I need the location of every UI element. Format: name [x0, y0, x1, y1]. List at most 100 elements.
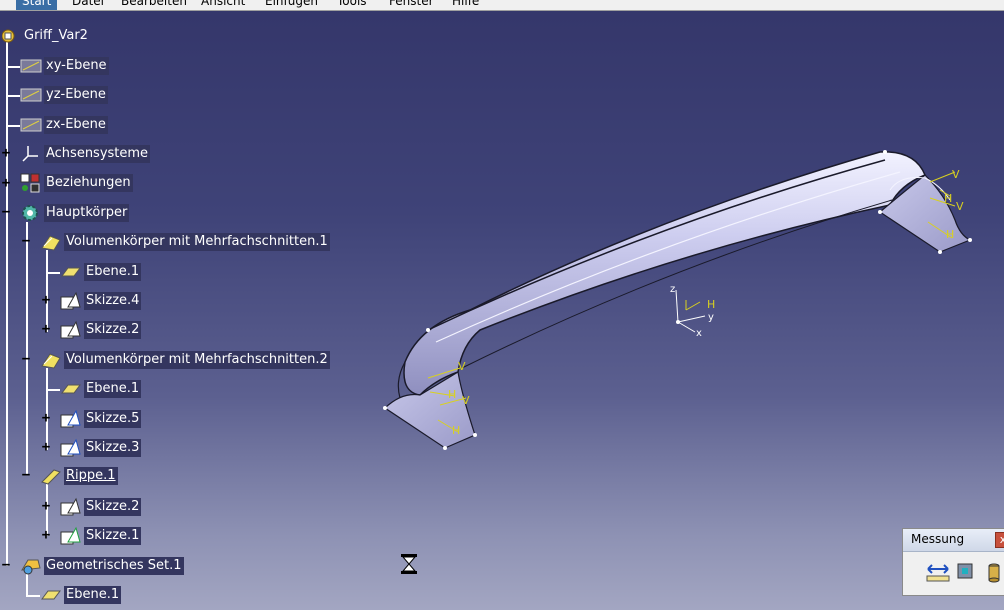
menu-bar: Start Datei Bearbeiten Ansicht Einfügen … — [0, 0, 1004, 11]
sketch-icon — [60, 320, 81, 339]
expand-plus-icon[interactable]: + — [40, 528, 52, 542]
axis-x-label: x — [696, 328, 702, 339]
axis-triad: z H x y — [670, 284, 715, 339]
menu-datei[interactable]: Datei — [72, 0, 104, 10]
menu-start[interactable]: Start — [16, 0, 58, 10]
sketch-icon — [60, 438, 81, 457]
tree-item-label: Rippe.1 — [64, 467, 118, 485]
tree-item-label: Skizze.2 — [84, 498, 142, 516]
measure-item-icon[interactable] — [953, 559, 979, 585]
tree-item-yz-plane[interactable]: yz-Ebene — [20, 85, 220, 105]
menu-einfuegen[interactable]: Einfügen — [265, 0, 318, 10]
tree-connector-yz — [6, 95, 20, 97]
sketch-icon — [60, 497, 81, 516]
plane-icon — [41, 590, 61, 600]
multisection-solid-icon — [41, 353, 61, 369]
tree-item-label: Skizze.4 — [84, 292, 142, 310]
tree-item-sketch-3[interactable]: Skizze.3 — [60, 438, 260, 458]
tree-item-xy-plane[interactable]: xy-Ebene — [20, 56, 220, 76]
tree-branch-line-2 — [46, 250, 48, 332]
geometrical-set-icon — [21, 559, 41, 575]
expand-plus-icon[interactable]: + — [40, 440, 52, 454]
tree-item-label: Skizze.3 — [84, 439, 142, 457]
measure-toolbar: Messung x — [902, 528, 1004, 596]
tree-connector — [46, 389, 60, 391]
axis-v-label-1: V — [952, 168, 960, 181]
tree-item-plane-ebene1-a[interactable]: Ebene.1 — [60, 262, 260, 282]
specification-tree: Griff_Var2 xy-Ebene yz-Ebene zx-Ebene + … — [0, 0, 330, 610]
sketch-icon — [60, 291, 81, 310]
expand-plus-icon[interactable]: + — [0, 176, 12, 190]
tree-item-sketch-2-b[interactable]: Skizze.2 — [60, 497, 260, 517]
tree-item-label: Geometrisches Set.1 — [44, 557, 184, 575]
expand-plus-icon[interactable]: + — [40, 411, 52, 425]
close-button[interactable]: x — [995, 532, 1004, 548]
menu-hilfe[interactable]: Hilfe — [452, 0, 479, 10]
tree-item-main-body[interactable]: Hauptkörper — [20, 203, 220, 223]
tree-item-label: Skizze.5 — [84, 410, 142, 428]
tree-branch-line-3 — [46, 368, 48, 450]
tree-item-label: Ebene.1 — [84, 263, 142, 281]
axis-v-label-2: V — [956, 200, 964, 213]
tree-branch-line-5 — [26, 574, 28, 596]
tree-connector — [46, 272, 60, 274]
tree-item-label: Skizze.1 — [84, 527, 142, 545]
tree-item-plane-ebene1-b[interactable]: Ebene.1 — [60, 379, 260, 399]
tree-item-label: Hauptkörper — [44, 204, 130, 222]
tree-item-sketch-4[interactable]: Skizze.4 — [60, 291, 260, 311]
tree-item-label: Volumenkörper mit Mehrfachschnitten.1 — [64, 233, 330, 251]
tree-root[interactable]: Griff_Var2 — [2, 26, 202, 46]
tree-item-rib[interactable]: Rippe.1 — [40, 466, 240, 486]
tree-item-multisection-solid-1[interactable]: Volumenkörper mit Mehrfachschnitten.1 — [40, 232, 330, 252]
tree-item-sketch-2-a[interactable]: Skizze.2 — [60, 320, 260, 340]
menu-fenster[interactable]: Fenster — [389, 0, 434, 10]
tree-item-label: yz-Ebene — [44, 86, 108, 104]
tree-item-label: Ebene.1 — [84, 380, 142, 398]
axis-h-label-2: H — [946, 228, 954, 241]
collapse-minus-icon[interactable]: − — [20, 352, 32, 366]
tree-connector — [26, 595, 40, 597]
plane-icon — [61, 267, 81, 277]
tree-item-sketch-1[interactable]: Skizze.1 — [60, 526, 260, 546]
tree-item-sketch-5[interactable]: Skizze.5 — [60, 409, 260, 429]
axis-h-label-1: H — [944, 192, 952, 205]
axis-z-label: z — [670, 284, 675, 295]
measure-inertia-icon[interactable] — [981, 559, 1004, 585]
measure-between-icon[interactable] — [925, 559, 951, 585]
tree-item-relations[interactable]: Beziehungen — [20, 173, 220, 193]
tree-item-label: Ebene.1 — [64, 586, 122, 604]
expand-plus-icon[interactable]: + — [40, 499, 52, 513]
collapse-minus-icon[interactable]: − — [0, 558, 12, 572]
axis-h-label-4: H — [452, 424, 460, 437]
menu-tools[interactable]: Tools — [337, 0, 367, 10]
plane-icon — [20, 88, 42, 102]
expand-plus-icon[interactable]: + — [0, 146, 12, 160]
axis-v-label-3: V — [458, 360, 466, 373]
plane-icon — [61, 384, 81, 394]
menu-ansicht[interactable]: Ansicht — [201, 0, 245, 10]
tree-item-multisection-solid-2[interactable]: Volumenkörper mit Mehrfachschnitten.2 — [40, 350, 330, 370]
tree-item-label: Volumenkörper mit Mehrfachschnitten.2 — [64, 351, 330, 369]
rib-icon — [41, 469, 61, 485]
tree-item-label: zx-Ebene — [44, 116, 108, 134]
tree-item-zx-plane[interactable]: zx-Ebene — [20, 115, 220, 135]
measure-toolbar-title: Messung — [911, 532, 965, 546]
tree-item-label: xy-Ebene — [44, 57, 109, 75]
tree-item-plane-ebene1-c[interactable]: Ebene.1 — [40, 585, 240, 605]
tree-item-axis-systems[interactable]: Achsensysteme — [20, 144, 220, 164]
plane-icon — [20, 59, 42, 73]
collapse-minus-icon[interactable]: − — [20, 468, 32, 482]
expand-plus-icon[interactable]: + — [40, 293, 52, 307]
collapse-minus-icon[interactable]: − — [20, 234, 32, 248]
tree-trunk-line — [6, 36, 8, 566]
axis-system-icon — [22, 146, 38, 162]
plane-icon — [20, 118, 42, 132]
measure-toolbar-titlebar[interactable]: Messung x — [903, 529, 1004, 552]
part-root-icon — [2, 29, 15, 43]
tree-item-label: Beziehungen — [44, 174, 133, 192]
hourglass-icon — [401, 554, 417, 574]
tree-item-geometrical-set[interactable]: Geometrisches Set.1 — [20, 556, 220, 576]
menu-bearbeiten[interactable]: Bearbeiten — [121, 0, 187, 10]
expand-plus-icon[interactable]: + — [40, 322, 52, 336]
collapse-minus-icon[interactable]: − — [0, 205, 12, 219]
